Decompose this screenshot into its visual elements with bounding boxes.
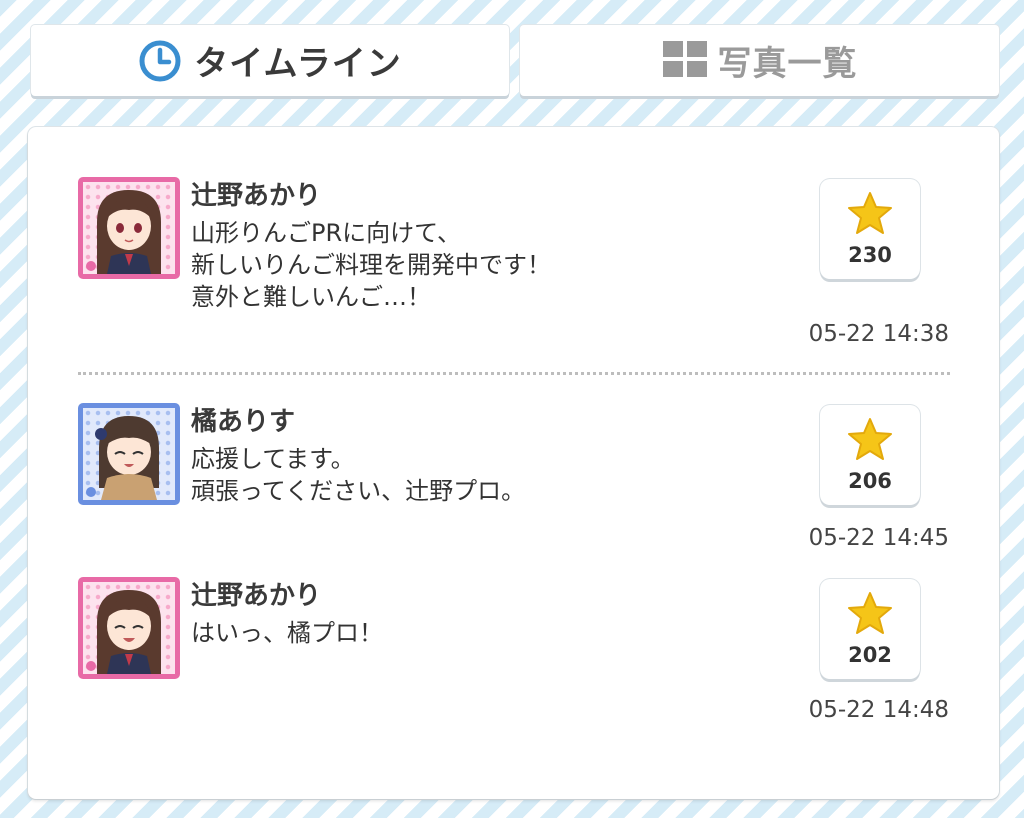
avatar-tsujino-akari[interactable] [78, 177, 180, 279]
post-message-line: 頑張ってください、辻野プロ。 [191, 477, 526, 505]
post-author[interactable]: 橘ありす [191, 401, 295, 438]
star-like-button[interactable]: 206 [820, 405, 920, 505]
star-count: 230 [848, 243, 892, 267]
post-message-line: 意外と難しいんご…！ [191, 283, 431, 311]
tab-timeline-label: タイムライン [194, 44, 402, 84]
post-author[interactable]: 辻野あかり [191, 575, 321, 612]
star-like-button[interactable]: 202 [820, 579, 920, 679]
post-timestamp: 05-22 14:45 [808, 525, 949, 551]
post-message: 応援してます。 頑張ってください、辻野プロ。 [191, 443, 525, 507]
post-message-line: 応援してます。 [191, 445, 355, 473]
star-icon [848, 592, 892, 634]
post-message-line: はいっ、橘プロ！ [191, 619, 383, 647]
post-author[interactable]: 辻野あかり [191, 175, 321, 212]
post-message-line: 山形りんごPRに向けて、 [191, 219, 461, 247]
post-timestamp: 05-22 14:48 [808, 697, 949, 723]
star-icon [848, 418, 892, 460]
post-message: 山形りんごPRに向けて、 新しいりんご料理を開発中です！ 意外と難しいんご…！ [191, 217, 551, 313]
star-count: 202 [848, 643, 892, 667]
tab-photo-list[interactable]: 写真一覧 [520, 25, 999, 96]
tab-timeline[interactable]: タイムライン [31, 25, 509, 96]
post-message-line: 新しいりんご料理を開発中です！ [191, 251, 551, 279]
timeline-panel: 辻野あかり 山形りんごPRに向けて、 新しいりんご料理を開発中です！ 意外と難し… [28, 127, 999, 799]
post-timestamp: 05-22 14:38 [808, 321, 949, 347]
star-like-button[interactable]: 230 [820, 179, 920, 279]
star-count: 206 [848, 469, 892, 493]
avatar-tachibana-arisu[interactable] [78, 403, 180, 505]
post-divider [78, 372, 950, 375]
tab-photo-list-label: 写真一覧 [717, 44, 858, 84]
star-icon [848, 192, 892, 234]
avatar-tsujino-akari[interactable] [78, 577, 180, 679]
clock-icon [138, 39, 182, 83]
grid-icon [662, 39, 707, 83]
post-message: はいっ、橘プロ！ [191, 617, 383, 649]
